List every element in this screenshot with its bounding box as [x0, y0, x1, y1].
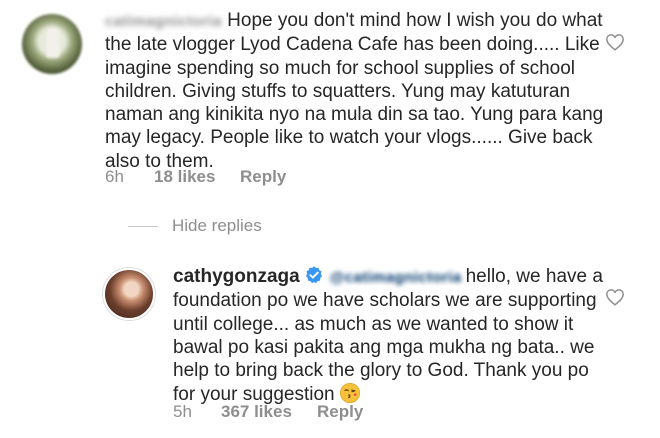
comment-line: until college... as much as we wanted to… — [173, 313, 574, 335]
comment-line: help to bring back the glory to God. Tha… — [173, 360, 589, 382]
heart-outline-icon[interactable] — [605, 288, 625, 306]
likes-count[interactable]: 367 likes — [221, 402, 292, 422]
reply-button[interactable]: Reply — [317, 402, 363, 422]
comment-line: bawal po kasi pakita ang mga mukha ng ba… — [173, 336, 595, 358]
comment-line: hello, we have a — [465, 266, 603, 287]
comment-2: cathygonzaga @catimagnictoria hello, we h… — [0, 0, 660, 438]
replier-avatar[interactable] — [103, 268, 155, 320]
comment-time: 5h — [173, 402, 192, 421]
mention-link[interactable]: @catimagnictoria — [330, 266, 462, 289]
verified-badge-icon — [305, 266, 322, 284]
comment-2-text: cathygonzaga @catimagnictoria hello, we h… — [173, 265, 603, 407]
comment-2-meta: 5h 367 likes Reply — [0, 402, 660, 424]
comment-line: foundation po we have scholars we are su… — [173, 290, 597, 312]
replier-username[interactable]: cathygonzaga — [173, 266, 300, 287]
